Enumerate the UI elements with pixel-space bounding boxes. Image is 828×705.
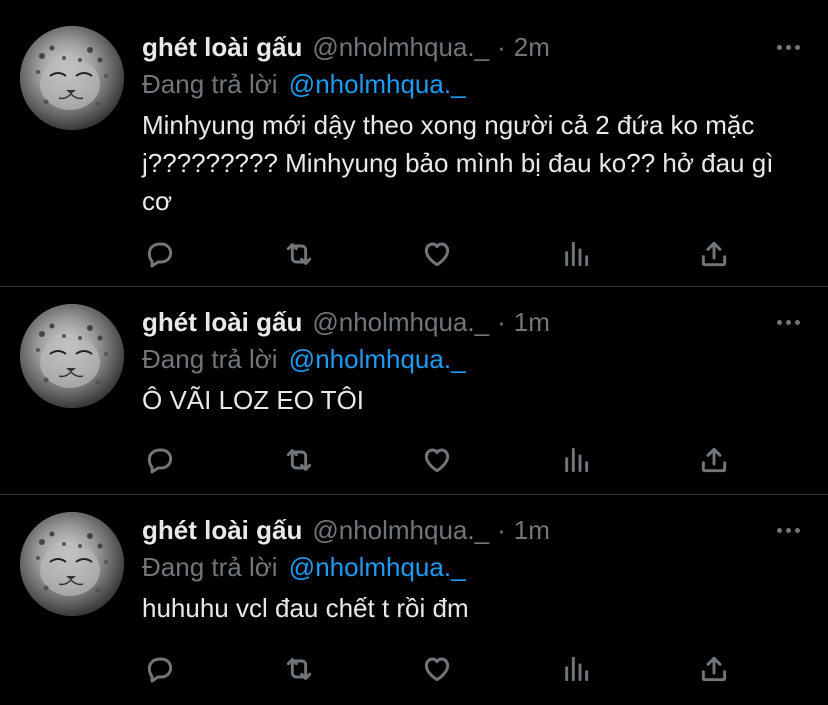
tweet[interactable]: ghét loài gấu @nholmhqua._ · 1m Đang trả… xyxy=(0,495,828,705)
replying-to-mention[interactable]: @nholmhqua._ xyxy=(289,69,466,99)
replying-to-line: Đang trả lời @nholmhqua._ xyxy=(142,66,808,102)
tweet-feed: ghét loài gấu @nholmhqua._ · 2m Đang trả… xyxy=(0,0,828,705)
more-options-icon[interactable] xyxy=(768,307,808,337)
tweet-content: ghét loài gấu @nholmhqua._ · 1m Đang trả… xyxy=(142,305,808,419)
tweet[interactable]: ghét loài gấu @nholmhqua._ · 2m Đang trả… xyxy=(0,0,828,287)
share-icon[interactable] xyxy=(696,236,732,272)
avatar[interactable] xyxy=(20,26,124,130)
tweet-header: ghét loài gấu @nholmhqua._ · 2m xyxy=(142,30,808,64)
timestamp[interactable]: 2m xyxy=(514,32,550,63)
display-name[interactable]: ghét loài gấu xyxy=(142,515,302,546)
share-icon[interactable] xyxy=(696,651,732,687)
analytics-icon[interactable] xyxy=(558,236,594,272)
user-handle[interactable]: @nholmhqua._ xyxy=(312,307,489,338)
more-options-icon[interactable] xyxy=(768,32,808,62)
like-icon[interactable] xyxy=(419,651,455,687)
snow-leopard-avatar-image xyxy=(20,26,124,130)
replying-to-line: Đang trả lời @nholmhqua._ xyxy=(142,549,808,585)
avatar[interactable] xyxy=(20,304,124,408)
retweet-icon[interactable] xyxy=(281,442,317,478)
separator-dot: · xyxy=(497,31,506,62)
timestamp[interactable]: 1m xyxy=(514,515,550,546)
like-icon[interactable] xyxy=(419,236,455,272)
tweet-content: ghét loài gấu @nholmhqua._ · 2m Đang trả… xyxy=(142,30,808,220)
replying-label: Đang trả lời xyxy=(142,69,278,99)
replying-label: Đang trả lời xyxy=(142,552,278,582)
share-icon[interactable] xyxy=(696,442,732,478)
reply-icon[interactable] xyxy=(142,236,178,272)
analytics-icon[interactable] xyxy=(558,442,594,478)
display-name[interactable]: ghét loài gấu xyxy=(142,307,302,338)
retweet-icon[interactable] xyxy=(281,651,317,687)
tweet-header: ghét loài gấu @nholmhqua._ · 1m xyxy=(142,513,808,547)
snow-leopard-avatar-image xyxy=(20,304,124,408)
tweet-actions xyxy=(142,438,732,482)
analytics-icon[interactable] xyxy=(558,651,594,687)
separator-dot: · xyxy=(497,306,506,337)
reply-icon[interactable] xyxy=(142,651,178,687)
tweet-text: huhuhu vcl đau chết t rồi đm xyxy=(142,593,469,623)
reply-icon[interactable] xyxy=(142,442,178,478)
tweet-content: ghét loài gấu @nholmhqua._ · 1m Đang trả… xyxy=(142,513,808,627)
user-handle[interactable]: @nholmhqua._ xyxy=(312,32,489,63)
tweet-header: ghét loài gấu @nholmhqua._ · 1m xyxy=(142,305,808,339)
tweet[interactable]: ghét loài gấu @nholmhqua._ · 1m Đang trả… xyxy=(0,287,828,495)
display-name[interactable]: ghét loài gấu xyxy=(142,32,302,63)
like-icon[interactable] xyxy=(419,442,455,478)
replying-to-mention[interactable]: @nholmhqua._ xyxy=(289,552,466,582)
snow-leopard-avatar-image xyxy=(20,512,124,616)
tweet-actions xyxy=(142,647,732,691)
replying-to-mention[interactable]: @nholmhqua._ xyxy=(289,344,466,374)
retweet-icon[interactable] xyxy=(281,236,317,272)
replying-label: Đang trả lời xyxy=(142,344,278,374)
user-handle[interactable]: @nholmhqua._ xyxy=(312,515,489,546)
tweet-actions xyxy=(142,232,732,276)
more-options-icon[interactable] xyxy=(768,515,808,545)
avatar[interactable] xyxy=(20,512,124,616)
timestamp[interactable]: 1m xyxy=(514,307,550,338)
tweet-text: Ô VÃI LOZ EO TÔI xyxy=(142,385,365,415)
tweet-text: Minhyung mới dậy theo xong người cả 2 đứ… xyxy=(142,110,774,216)
replying-to-line: Đang trả lời @nholmhqua._ xyxy=(142,341,808,377)
separator-dot: · xyxy=(497,514,506,545)
